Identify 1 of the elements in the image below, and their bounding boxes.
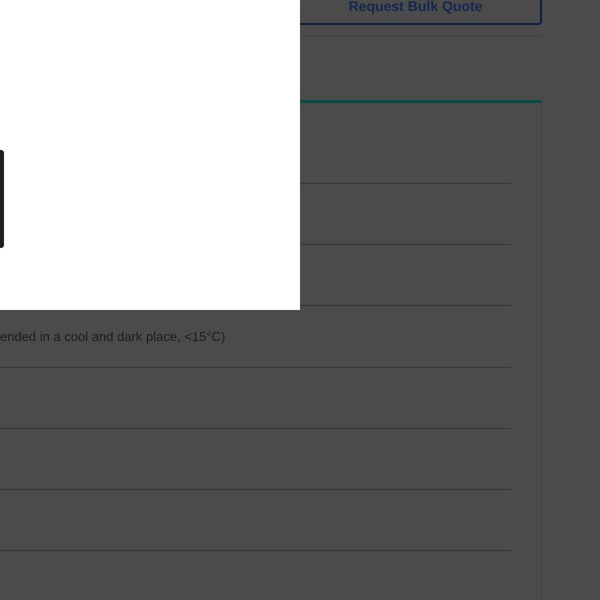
side-tab[interactable]: [0, 150, 4, 248]
